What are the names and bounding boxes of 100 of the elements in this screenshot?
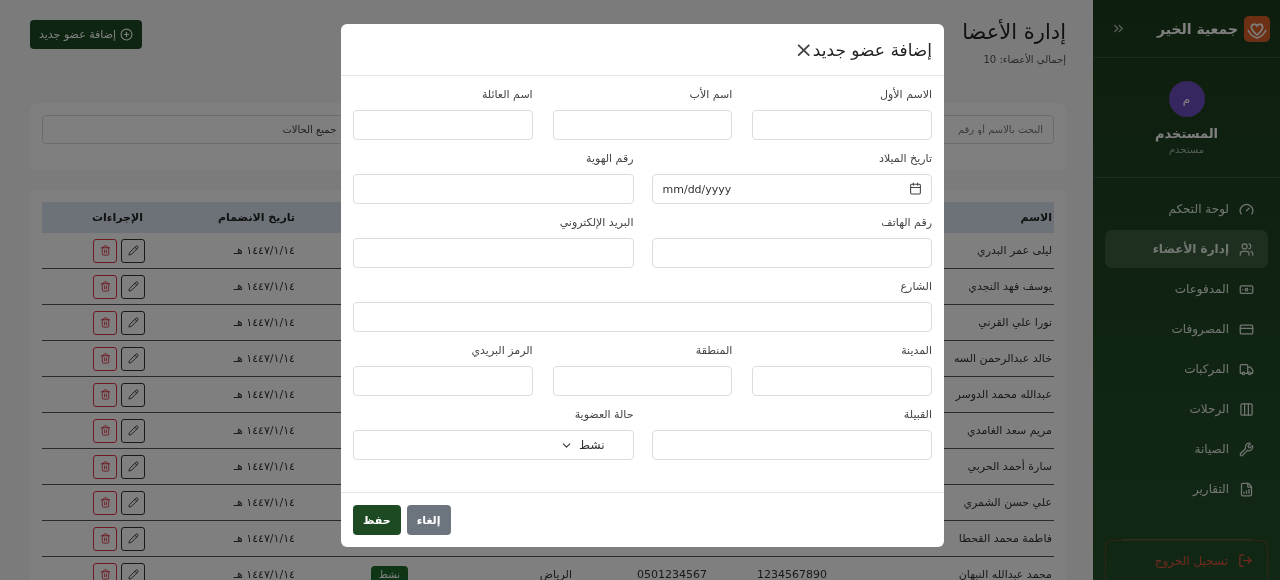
edit-button[interactable] — [121, 238, 145, 263]
table-cell-text: مريم سعد الغامدي — [967, 424, 1053, 437]
cancel-button[interactable]: إلغاء — [406, 505, 451, 535]
trash-icon — [99, 461, 111, 472]
field-label: اسم الأب — [688, 88, 733, 103]
trash-icon — [99, 533, 111, 544]
input-field[interactable] — [353, 302, 932, 332]
edit-button[interactable] — [121, 418, 145, 443]
edit-button[interactable] — [121, 562, 145, 580]
input-field[interactable] — [552, 366, 733, 396]
member-count: إجمالي الأعضاء: 10 — [982, 54, 1066, 65]
input-field[interactable] — [651, 430, 932, 460]
trash-icon — [99, 281, 111, 292]
page-title: إدارة الأعضا — [962, 20, 1066, 44]
wrench-icon — [1239, 441, 1254, 457]
trash-icon — [99, 497, 111, 508]
select-field[interactable]: نشط — [353, 430, 634, 460]
input-field[interactable] — [552, 110, 733, 140]
edit-button[interactable] — [121, 274, 145, 299]
dialog-title: إضافة عضو جديد — [812, 39, 932, 60]
input-field[interactable] — [353, 110, 533, 140]
table-cell-text: نورا علي القرني — [978, 316, 1053, 329]
delete-button[interactable] — [93, 490, 117, 515]
pencil-icon — [127, 245, 139, 256]
input-field[interactable] — [752, 110, 932, 140]
edit-button[interactable] — [121, 382, 145, 407]
table-cell-text: ١٤٤٧/١/١٤ هـ — [233, 244, 296, 257]
delete-button[interactable] — [93, 526, 117, 551]
user-avatar: م — [1168, 80, 1205, 117]
columns-icon — [1239, 401, 1254, 417]
plus-icon — [120, 28, 134, 41]
table-cell-text: سارة أحمد الحربي — [967, 460, 1053, 473]
table-cell-text: ١٤٤٧/١/١٤ هـ — [233, 388, 296, 401]
delete-button[interactable] — [93, 238, 117, 263]
edit-button[interactable] — [121, 526, 145, 551]
input-field[interactable] — [353, 174, 634, 204]
table-cell-text: ليلى عمر البدري — [977, 244, 1053, 257]
table-cell-text: 1234567890 — [757, 568, 828, 580]
gauge-icon — [1239, 201, 1254, 217]
user-name: المستخدم — [1155, 125, 1218, 141]
pencil-icon — [127, 497, 139, 508]
nav-item[interactable]: التقارير — [1105, 470, 1268, 508]
table-cell-text: ١٤٤٧/١/١٤ هـ — [233, 352, 296, 365]
calendar-icon[interactable] — [909, 182, 922, 195]
table-cell-text: محمد عبدالله النبهان — [958, 568, 1053, 580]
close-button[interactable]: × — [794, 38, 813, 61]
field-label: القبيلة — [902, 408, 932, 423]
nav-item[interactable]: الصيانة — [1105, 430, 1268, 468]
nav-item[interactable]: المصروفات — [1105, 310, 1268, 348]
table-cell-text: 0501234567 — [637, 568, 708, 580]
edit-button[interactable] — [121, 310, 145, 335]
brand-name: جمعية الخير — [1156, 20, 1238, 37]
pencil-icon — [127, 533, 139, 544]
save-button[interactable]: حفظ — [353, 505, 401, 535]
column-header: الإجراءات — [92, 211, 144, 224]
column-header: تاريخ الانضمام — [218, 211, 296, 224]
table-cell-text: عبدالله محمد الدوسر — [955, 388, 1053, 401]
field-label: رقم الهوية — [585, 152, 634, 167]
pencil-icon — [127, 425, 139, 436]
nav-item[interactable]: الرحلات — [1105, 390, 1268, 428]
delete-button[interactable] — [93, 562, 117, 580]
table-cell-text: ١٤٤٧/١/١٤ هـ — [233, 568, 296, 580]
nav-item[interactable]: المدفوعات — [1105, 270, 1268, 308]
delete-button[interactable] — [93, 274, 117, 299]
edit-button[interactable] — [121, 454, 145, 479]
nav-item[interactable]: لوحة التحكم — [1105, 190, 1268, 228]
field-label: المدينة — [900, 344, 932, 359]
field-label: الرمز البريدي — [470, 344, 533, 359]
delete-button[interactable] — [93, 382, 117, 407]
pencil-icon — [127, 569, 139, 580]
trash-icon — [99, 245, 111, 256]
user-role: مستخدم — [1168, 143, 1205, 155]
date-field[interactable]: mm/dd/yyyy — [651, 174, 932, 204]
nav-item[interactable]: المركبات — [1105, 350, 1268, 388]
trash-icon — [99, 389, 111, 400]
delete-button[interactable] — [93, 310, 117, 335]
table-cell-text: ١٤٤٧/١/١٤ هـ — [233, 316, 296, 329]
pencil-icon — [127, 353, 139, 364]
pencil-icon — [127, 281, 139, 292]
table-cell-text: ١٤٤٧/١/١٤ هـ — [233, 496, 296, 509]
input-field[interactable] — [353, 366, 533, 396]
pencil-icon — [127, 389, 139, 400]
delete-button[interactable] — [93, 418, 117, 443]
pencil-icon — [127, 461, 139, 472]
edit-button[interactable] — [121, 346, 145, 371]
trash-icon — [99, 569, 111, 580]
edit-button[interactable] — [121, 490, 145, 515]
input-field[interactable] — [353, 238, 634, 268]
field-label: تاريخ الميلاد — [878, 152, 932, 167]
truck-icon — [1239, 361, 1254, 377]
field-label: الاسم الأول — [879, 88, 932, 103]
table-cell-text: ١٤٤٧/١/١٤ هـ — [233, 460, 296, 473]
add-member-button[interactable]: إضافة عضو جديد — [30, 20, 143, 49]
input-field[interactable] — [651, 238, 932, 268]
field-label: اسم العائلة — [480, 88, 533, 103]
input-field[interactable] — [752, 366, 932, 396]
table-cell-text: خالد عبدالرحمن السه — [953, 352, 1053, 365]
delete-button[interactable] — [93, 346, 117, 371]
table-cell-text: ١٤٤٧/١/١٤ هـ — [233, 532, 296, 545]
delete-button[interactable] — [93, 454, 117, 479]
